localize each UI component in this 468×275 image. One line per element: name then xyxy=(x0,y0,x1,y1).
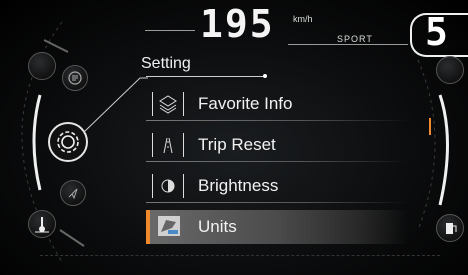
menu-item-label: Units xyxy=(198,217,237,236)
right-round-top xyxy=(436,56,464,84)
top-divider-right xyxy=(288,44,408,45)
title-underline xyxy=(146,76,266,77)
menu-item-label: Trip Reset xyxy=(198,135,276,154)
navigation-arrow-icon[interactable] xyxy=(60,180,86,206)
layers-icon xyxy=(152,92,184,116)
engine-temperature-icon xyxy=(28,210,56,238)
brightness-icon xyxy=(152,174,184,198)
row-divider xyxy=(146,120,408,121)
road-icon xyxy=(152,133,184,157)
flag-units-icon xyxy=(158,216,180,236)
title-dot xyxy=(263,74,267,78)
speed-readout: 195 xyxy=(200,2,275,46)
fuel-icon xyxy=(436,214,464,242)
menu-item-brightness[interactable]: Brightness xyxy=(146,169,408,203)
dashboard-screen: 195 km/h SPORT 5 Setting Favorite Info T… xyxy=(0,0,468,275)
row-divider xyxy=(146,161,408,162)
bottom-divider xyxy=(40,255,440,257)
menu-item-label: Favorite Info xyxy=(198,94,293,113)
menu-item-favorite-info[interactable]: Favorite Info xyxy=(146,87,408,121)
speed-unit: km/h xyxy=(293,14,313,24)
menu-connector xyxy=(83,77,148,133)
menu-title: Setting xyxy=(141,55,191,72)
menu-item-trip-reset[interactable]: Trip Reset xyxy=(146,128,408,162)
selection-accent xyxy=(146,210,150,244)
row-divider xyxy=(146,202,408,203)
menu-item-label: Brightness xyxy=(198,176,279,195)
menu-item-units[interactable]: Units xyxy=(146,210,408,244)
top-divider-left xyxy=(145,30,195,31)
ride-mode: SPORT xyxy=(337,34,373,44)
